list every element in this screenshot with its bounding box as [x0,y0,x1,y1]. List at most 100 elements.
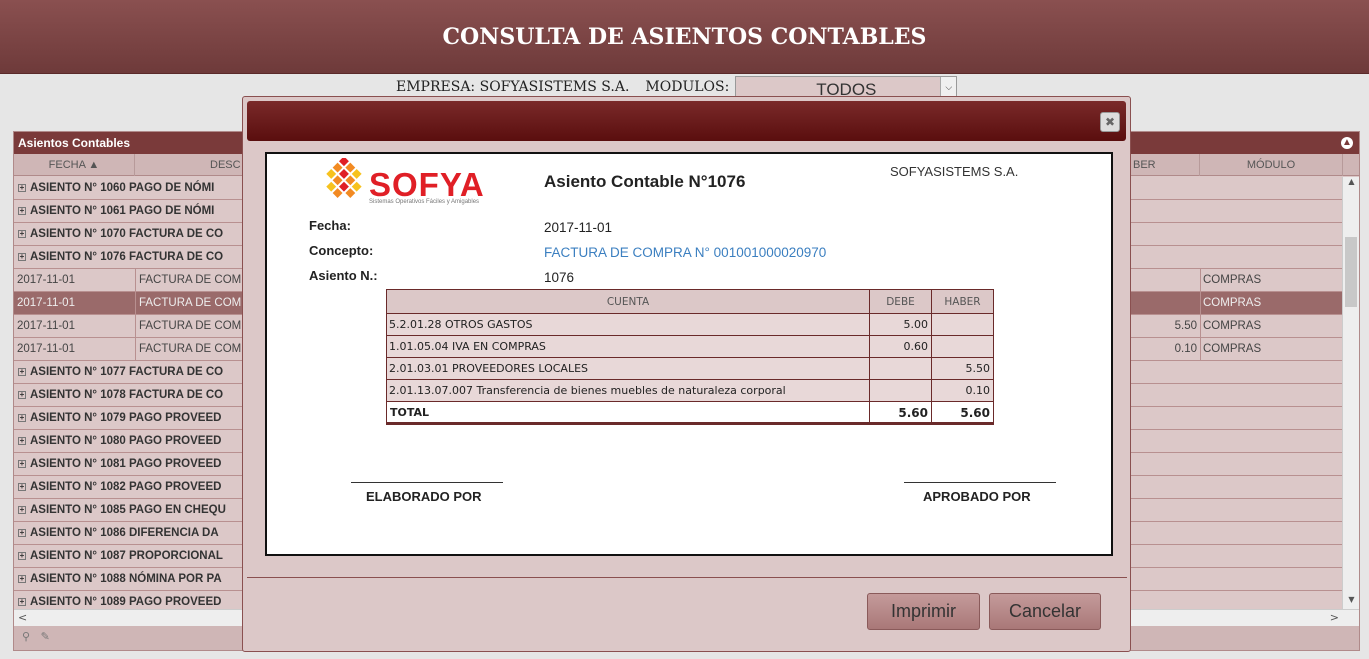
signature-line-aprobado [904,482,1056,483]
logo-mark-icon [326,156,362,198]
column-header-fecha[interactable]: FECHA ▲ [14,154,135,176]
asiento-label: Asiento N.: [309,268,378,283]
modulos-label: MODULOS: [645,79,730,95]
concepto-label: Concepto: [309,243,374,258]
account-row: 5.2.01.28 OTROS GASTOS 5.00 [387,314,993,336]
search-icon[interactable]: ⚲ [22,630,30,643]
column-header-haber[interactable]: BER [1131,154,1200,176]
edit-icon[interactable]: ✎ [41,630,50,643]
expand-icon[interactable]: + [18,460,26,468]
group-label: ASIENTO N° 1086 DIFERENCIA DA [30,527,219,539]
modulos-select[interactable]: TODOS ⌵ [735,76,958,99]
total-haber: 5.60 [931,402,993,424]
scroll-down-icon[interactable]: ▼ [1343,595,1359,609]
account-cell-haber [931,314,993,336]
cell-fecha: 2017-11-01 [17,297,75,309]
total-label: TOTAL [390,406,430,419]
account-row: 1.01.05.04 IVA EN COMPRAS 0.60 [387,336,993,358]
filter-bar: EMPRESA: SOFYASISTEMS S.A. MODULOS: TODO… [396,76,958,99]
scroll-thumb[interactable] [1345,237,1357,307]
aprobado-label: APROBADO POR [923,489,1031,504]
cell-haber [1131,269,1197,292]
account-cell-cuenta: 2.01.03.01 PROVEEDORES LOCALES [389,362,589,375]
asiento-value: 1076 [544,270,575,285]
scroll-right-icon[interactable]: > [1330,611,1339,624]
company-name: SOFYASISTEMS S.A. [890,164,1019,179]
expand-icon[interactable]: + [18,575,26,583]
group-label: ASIENTO N° 1060 PAGO DE NÓMI [30,182,215,194]
accounts-table-header: CUENTA DEBE HABER [387,290,993,314]
account-row: 2.01.03.01 PROVEEDORES LOCALES 5.50 [387,358,993,380]
cell-desc: FACTURA DE COM [135,315,245,338]
close-icon[interactable]: ✖ [1100,112,1120,132]
expand-icon[interactable]: + [18,506,26,514]
account-cell-cuenta: 1.01.05.04 IVA EN COMPRAS [389,340,546,353]
logo-tagline: Sistemas Operativos Fáciles y Amigables [369,199,480,205]
scroll-up-icon[interactable]: ▲ [1343,177,1359,191]
chevron-down-icon[interactable]: ⌵ [940,77,957,97]
group-label: ASIENTO N° 1085 PAGO EN CHEQU [30,504,226,516]
account-cell-debe [869,380,931,402]
concepto-value: FACTURA DE COMPRA N° 001001000020970 [544,245,827,260]
expand-icon[interactable]: + [18,598,26,606]
expand-icon[interactable]: + [18,414,26,422]
account-cell-cuenta: 2.01.13.07.007 Transferencia de bienes m… [389,384,786,397]
accounts-table: CUENTA DEBE HABER 5.2.01.28 OTROS GASTOS… [386,289,994,425]
modal-divider [247,577,1127,578]
expand-icon[interactable]: + [18,391,26,399]
account-cell-debe: 5.00 [869,314,931,336]
cell-modulo: COMPRAS [1200,269,1340,292]
expand-icon[interactable]: + [18,253,26,261]
modal-header: ✖ [247,101,1126,141]
expand-icon[interactable]: + [18,368,26,376]
expand-icon[interactable]: + [18,184,26,192]
total-row: TOTAL 5.60 5.60 [387,402,993,424]
asiento-sheet: SOFYA Sistemas Operativos Fáciles y Amig… [265,152,1113,556]
account-cell-haber: 0.10 [931,380,993,402]
group-label: ASIENTO N° 1080 PAGO PROVEED [30,435,222,447]
cell-haber [1131,292,1197,315]
sort-asc-icon: ▲ [88,159,100,171]
asiento-modal: ✖ SOFYA Sistemas Operativos Fáciles y Am… [242,96,1131,652]
cell-desc: FACTURA DE COM [135,292,245,315]
expand-icon[interactable]: + [18,230,26,238]
header-haber: HABER [931,290,993,314]
expand-icon[interactable]: + [18,529,26,537]
cell-modulo: COMPRAS [1200,338,1340,361]
group-label: ASIENTO N° 1089 PAGO PROVEED [30,596,222,608]
account-cell-cuenta: 5.2.01.28 OTROS GASTOS [389,318,533,331]
cell-haber: 0.10 [1174,343,1197,355]
expand-icon[interactable]: + [18,483,26,491]
page-title: CONSULTA DE ASIENTOS CONTABLES [442,24,927,50]
cell-fecha: 2017-11-01 [17,274,75,286]
elaborado-label: ELABORADO POR [366,489,482,504]
account-cell-haber [931,336,993,358]
group-label: ASIENTO N° 1077 FACTURA DE CO [30,366,224,378]
account-cell-debe [869,358,931,380]
group-label: ASIENTO N° 1061 PAGO DE NÓMI [30,205,215,217]
signature-line-elaborado [351,482,503,483]
header-debe: DEBE [869,290,931,314]
cancel-button[interactable]: Cancelar [989,593,1101,630]
cell-fecha: 2017-11-01 [17,320,75,332]
expand-icon[interactable]: + [18,437,26,445]
document-title: Asiento Contable N°1076 [544,172,746,191]
cell-desc: FACTURA DE COM [135,269,245,292]
collapse-icon[interactable]: ▲ [1341,137,1353,149]
cell-fecha: 2017-11-01 [17,343,75,355]
cell-haber: 5.50 [1174,320,1197,332]
expand-icon[interactable]: + [18,207,26,215]
column-header-modulo[interactable]: MÓDULO [1200,154,1343,176]
scroll-left-icon[interactable]: < [18,611,27,624]
page-banner: CONSULTA DE ASIENTOS CONTABLES [0,0,1369,74]
grid-title-text: Asientos Contables [18,136,131,150]
expand-icon[interactable]: + [18,552,26,560]
group-label: ASIENTO N° 1087 PROPORCIONAL [30,550,223,562]
account-cell-haber: 5.50 [931,358,993,380]
vertical-scrollbar[interactable]: ▲ ▼ [1342,177,1359,609]
fecha-value: 2017-11-01 [544,220,613,235]
account-cell-debe: 0.60 [869,336,931,358]
print-button[interactable]: Imprimir [867,593,980,630]
account-row: 2.01.13.07.007 Transferencia de bienes m… [387,380,993,402]
header-cuenta: CUENTA [606,296,650,308]
